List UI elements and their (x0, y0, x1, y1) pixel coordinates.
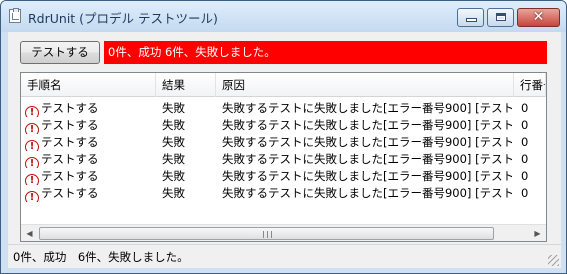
column-header-result[interactable]: 結果 (156, 73, 216, 97)
row-step-name: テストする (41, 152, 99, 166)
maximize-button[interactable] (487, 8, 514, 27)
row-line-number: 0 (521, 135, 529, 149)
list-item[interactable]: !テストする 失敗 失敗するテストに失敗しました[エラー番号900] [テストケ… (21, 168, 546, 185)
clipboard-icon (9, 8, 21, 23)
client-area: テストする 0件、成功 6件、失敗しました。 手順名 結果 原因 行番号 !テス… (8, 32, 561, 268)
row-step-name: テストする (41, 101, 99, 115)
close-icon: ✕ (532, 9, 545, 25)
list-item[interactable]: !テストする 失敗 失敗するテストに失敗しました[エラー番号900] [テストケ… (21, 151, 546, 168)
row-result: 失敗 (162, 101, 185, 115)
row-line-number: 0 (521, 101, 529, 115)
error-icon: ! (25, 106, 39, 117)
column-header-line-number[interactable]: 行番号 (514, 73, 546, 97)
scroll-right-arrow-icon[interactable]: ▶ (529, 225, 546, 241)
status-bar: 0件、成功 6件、失敗しました。 (8, 244, 561, 268)
close-button[interactable]: ✕ (517, 8, 560, 27)
maximize-icon (496, 13, 506, 21)
list-item[interactable]: !テストする 失敗 失敗するテストに失敗しました[エラー番号900] [テストケ… (21, 134, 546, 151)
row-result: 失敗 (162, 118, 185, 132)
row-reason: 失敗するテストに失敗しました[エラー番号900] [テストケース... (222, 135, 512, 149)
error-icon: ! (25, 174, 39, 185)
grip-icon (263, 231, 272, 238)
app-window: RdrUnit (プロデル テストツール) ✕ テストする 0件、成功 6件、失… (0, 0, 567, 274)
row-line-number: 0 (521, 169, 529, 183)
results-list[interactable]: 手順名 結果 原因 行番号 !テストする 失敗 失敗するテストに失敗しました[エ… (20, 72, 547, 242)
status-text: 0件、成功 6件、失敗しました。 (13, 250, 189, 264)
resize-grip-icon[interactable] (548, 255, 559, 266)
result-banner: 0件、成功 6件、失敗しました。 (104, 41, 547, 64)
row-reason: 失敗するテストに失敗しました[エラー番号900] [テストケース... (222, 152, 512, 166)
row-step-name: テストする (41, 186, 99, 200)
row-step-name: テストする (41, 169, 99, 183)
error-icon: ! (25, 157, 39, 168)
row-line-number: 0 (521, 186, 529, 200)
run-test-button[interactable]: テストする (20, 41, 100, 64)
title-bar[interactable]: RdrUnit (プロデル テストツール) ✕ (1, 1, 566, 32)
row-result: 失敗 (162, 169, 185, 183)
column-header-reason[interactable]: 原因 (216, 73, 514, 97)
row-step-name: テストする (41, 118, 99, 132)
row-reason: 失敗するテストに失敗しました[エラー番号900] [テストケース... (222, 118, 512, 132)
row-reason: 失敗するテストに失敗しました[エラー番号900] [テストケース... (222, 186, 512, 200)
row-line-number: 0 (521, 152, 529, 166)
scroll-left-arrow-icon[interactable]: ◀ (21, 225, 38, 241)
minimize-button[interactable] (457, 8, 484, 27)
row-result: 失敗 (162, 135, 185, 149)
row-line-number: 0 (521, 118, 529, 132)
scrollbar-thumb[interactable] (39, 227, 494, 240)
list-item[interactable]: !テストする 失敗 失敗するテストに失敗しました[エラー番号900] [テストケ… (21, 100, 546, 117)
list-header: 手順名 結果 原因 行番号 (21, 73, 546, 97)
error-icon: ! (25, 123, 39, 134)
row-step-name: テストする (41, 135, 99, 149)
column-header-step-name[interactable]: 手順名 (21, 73, 156, 97)
list-item[interactable]: !テストする 失敗 失敗するテストに失敗しました[エラー番号900] [テストケ… (21, 117, 546, 134)
horizontal-scrollbar[interactable]: ◀ ▶ (21, 224, 546, 241)
error-icon: ! (25, 191, 39, 202)
minimize-icon (467, 19, 476, 21)
row-reason: 失敗するテストに失敗しました[エラー番号900] [テストケース... (222, 101, 512, 115)
window-title: RdrUnit (プロデル テストツール) (28, 11, 218, 26)
row-result: 失敗 (162, 152, 185, 166)
row-reason: 失敗するテストに失敗しました[エラー番号900] [テストケース... (222, 169, 512, 183)
row-result: 失敗 (162, 186, 185, 200)
error-icon: ! (25, 140, 39, 151)
list-item[interactable]: !テストする 失敗 失敗するテストに失敗しました[エラー番号900] [テストケ… (21, 185, 546, 202)
